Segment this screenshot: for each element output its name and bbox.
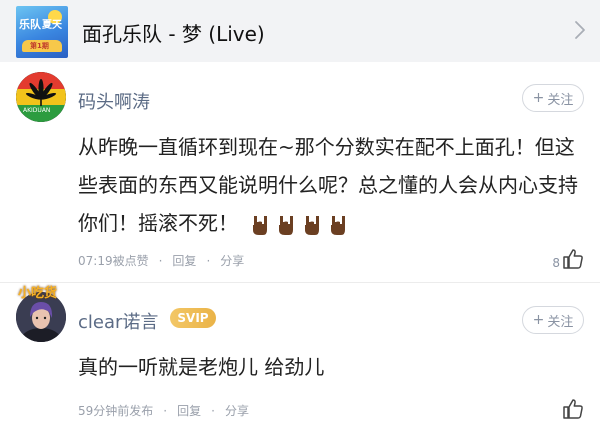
reply-button[interactable]: 回复 [177, 402, 201, 419]
rock-hand-icon [279, 215, 294, 235]
thumbs-up-icon [563, 399, 583, 419]
username[interactable]: clear诺言 [78, 308, 158, 334]
separator: · [206, 253, 211, 268]
separator: · [211, 403, 215, 418]
avatar-text: AKIDUAN [23, 107, 51, 114]
comment-meta: 07:19被点赞 · 回复 · 分享 [78, 252, 244, 269]
plus-icon: + [532, 312, 545, 328]
username[interactable]: 码头啊涛 [78, 88, 150, 114]
follow-label: 关注 [547, 92, 574, 108]
follow-button[interactable]: + 关注 [522, 306, 584, 334]
cannabis-leaf-icon [16, 72, 66, 122]
song-title: 面孔乐队 - 梦 (Live) [82, 22, 265, 46]
follow-label: 关注 [547, 314, 574, 330]
reply-button[interactable]: 回复 [172, 252, 196, 269]
comment-text: 真的一听就是老炮儿 给劲儿 [78, 348, 578, 386]
album-art-text: 第1期 [30, 42, 49, 50]
thumbs-up-icon [563, 249, 583, 269]
comment-time: 59分钟前发布 [78, 404, 154, 418]
avatar[interactable]: 小吃货 [16, 286, 66, 342]
avatar-badge-text: 小吃货 [18, 286, 58, 301]
album-art-text: 夏天 [42, 20, 62, 31]
album-art: 乐队 夏天 第1期 [16, 6, 68, 58]
plus-icon: + [532, 90, 545, 106]
separator: · [163, 403, 168, 418]
divider [0, 282, 600, 283]
like-count: 8 [552, 256, 560, 270]
rock-hand-icon [305, 215, 320, 235]
album-art-text: 乐队 [19, 18, 41, 31]
svip-badge: SVIP [170, 308, 216, 328]
comment-meta: 59分钟前发布 · 回复 · 分享 [78, 402, 249, 419]
comment-text-content: 真的一听就是老炮儿 给劲儿 [78, 355, 325, 379]
like-button[interactable] [562, 398, 584, 420]
rock-hand-icon [331, 215, 346, 235]
comment-text: 从昨晚一直循环到现在~那个分数实在配不上面孔！但这些表面的东西又能说明什么呢？总… [78, 128, 578, 242]
separator: · [158, 253, 163, 268]
comment-time: 07:19被点赞 [78, 254, 149, 268]
share-button[interactable]: 分享 [225, 402, 249, 419]
share-button[interactable]: 分享 [220, 252, 244, 269]
follow-button[interactable]: + 关注 [522, 84, 584, 112]
avatar[interactable]: AKIDUAN [16, 72, 66, 122]
song-card[interactable]: 乐队 夏天 第1期 面孔乐队 - 梦 (Live) [0, 0, 600, 62]
rock-hand-icon [253, 215, 268, 235]
like-button[interactable]: 8 [552, 248, 584, 270]
emoji-row [250, 214, 354, 236]
chevron-right-icon[interactable] [574, 20, 586, 40]
